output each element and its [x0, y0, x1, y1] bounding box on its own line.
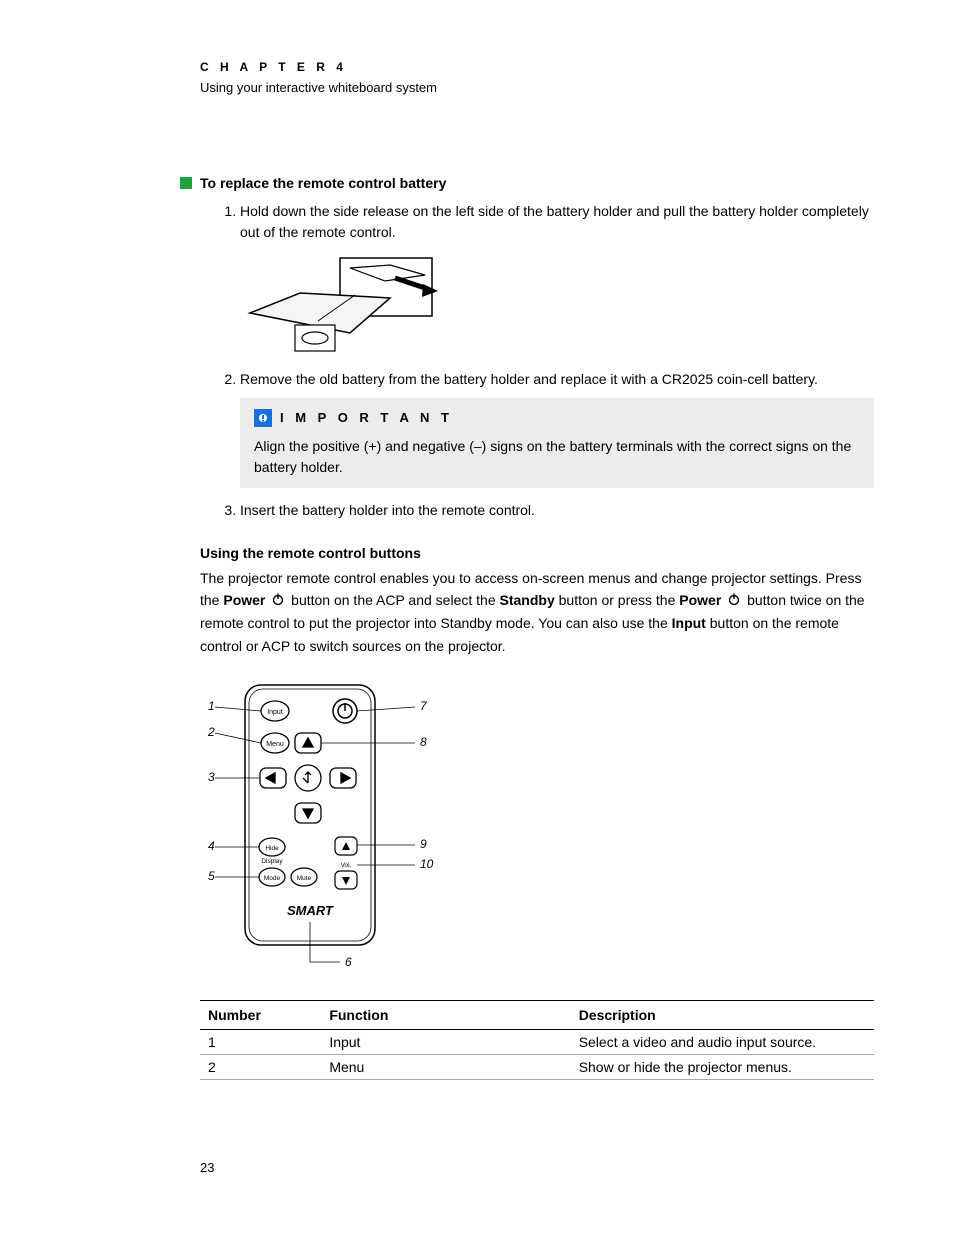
svg-text:6: 6 — [345, 955, 352, 969]
svg-text:2: 2 — [207, 725, 215, 739]
svg-text:3: 3 — [208, 770, 215, 784]
step-text: Remove the old battery from the battery … — [240, 371, 818, 387]
cell-func: Menu — [321, 1055, 570, 1080]
svg-text:Mode: Mode — [264, 875, 281, 882]
text-run: button or press the — [559, 592, 680, 608]
cell-desc: Show or hide the projector menus. — [571, 1055, 874, 1080]
callout-header: I M P O R T A N T — [254, 408, 860, 428]
power-icon — [271, 590, 285, 612]
col-description: Description — [571, 1001, 874, 1030]
page-number: 23 — [200, 1160, 214, 1175]
col-function: Function — [321, 1001, 570, 1030]
step-item: Remove the old battery from the battery … — [240, 369, 874, 488]
bullet-square-icon — [180, 177, 192, 189]
svg-text:7: 7 — [420, 699, 428, 713]
important-icon — [254, 409, 272, 427]
svg-text:8: 8 — [420, 735, 427, 749]
svg-text:Display: Display — [261, 858, 283, 865]
svg-text:4: 4 — [208, 839, 215, 853]
chapter-label: C H A P T E R 4 — [200, 60, 874, 74]
document-page: C H A P T E R 4 Using your interactive w… — [0, 0, 954, 1235]
remote-control-diagram: Input Menu Hide Display Mode — [200, 677, 874, 980]
cell-func: Input — [321, 1030, 570, 1055]
chapter-subtitle: Using your interactive whiteboard system — [200, 80, 874, 95]
btn-input-text: Input — [267, 709, 283, 716]
svg-text:Hide: Hide — [265, 845, 279, 852]
svg-text:9: 9 — [420, 837, 427, 851]
steps-list: Hold down the side release on the left s… — [200, 201, 874, 521]
svg-text:Vol.: Vol. — [341, 862, 352, 869]
step-text: Insert the battery holder into the remot… — [240, 502, 535, 518]
svg-text:SMART: SMART — [287, 903, 334, 918]
function-table: Number Function Description 1 Input Sele… — [200, 1000, 874, 1080]
section-title: To replace the remote control battery — [200, 175, 446, 191]
col-number: Number — [200, 1001, 321, 1030]
callout-title: I M P O R T A N T — [280, 408, 453, 428]
svg-text:5: 5 — [208, 869, 215, 883]
text-run: button on the ACP and select the — [291, 592, 499, 608]
table-row: 1 Input Select a video and audio input s… — [200, 1030, 874, 1055]
important-callout: I M P O R T A N T Align the positive (+)… — [240, 398, 874, 488]
step-text: Hold down the side release on the left s… — [240, 203, 869, 240]
cell-num: 2 — [200, 1055, 321, 1080]
input-label: Input — [672, 615, 706, 631]
svg-text:Mute: Mute — [297, 875, 312, 882]
step-item: Insert the battery holder into the remot… — [240, 500, 874, 521]
table-row: 2 Menu Show or hide the projector menus. — [200, 1055, 874, 1080]
svg-text:1: 1 — [208, 699, 215, 713]
battery-holder-illustration — [240, 253, 874, 359]
svg-text:10: 10 — [420, 857, 434, 871]
body-paragraph: The projector remote control enables you… — [200, 567, 874, 658]
callout-body: Align the positive (+) and negative (–) … — [254, 436, 860, 478]
cell-num: 1 — [200, 1030, 321, 1055]
power-icon — [727, 590, 741, 612]
power-label: Power — [223, 592, 265, 608]
step-item: Hold down the side release on the left s… — [240, 201, 874, 359]
btn-menu-text: Menu — [266, 741, 284, 748]
section-heading-row: To replace the remote control battery — [200, 175, 874, 191]
standby-label: Standby — [500, 592, 555, 608]
power-label: Power — [679, 592, 721, 608]
subsection-title: Using the remote control buttons — [200, 545, 874, 561]
cell-desc: Select a video and audio input source. — [571, 1030, 874, 1055]
